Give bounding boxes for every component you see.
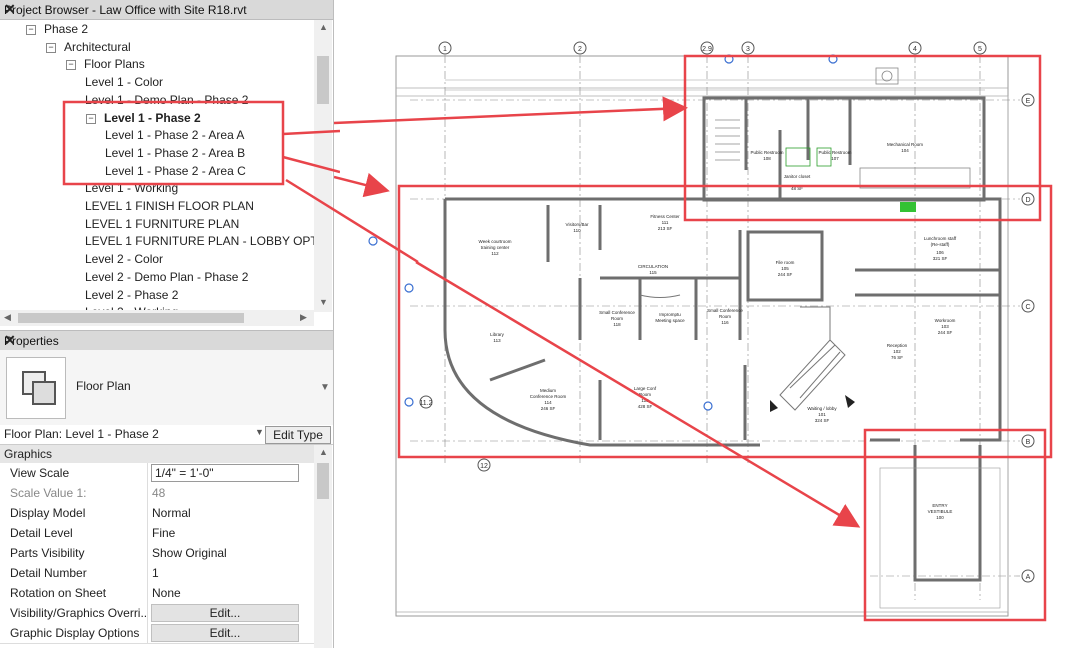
- svg-text:Library: Library: [490, 332, 505, 337]
- svg-text:111: 111: [662, 220, 669, 225]
- svg-text:Small Conference: Small Conference: [599, 310, 635, 315]
- svg-text:Conference Room: Conference Room: [530, 394, 567, 399]
- grid-label: 12: [480, 463, 488, 470]
- grid-label: 5: [978, 46, 982, 53]
- svg-text:Public Restroom: Public Restroom: [750, 150, 783, 155]
- svg-text:102: 102: [893, 349, 901, 354]
- drawing-canvas[interactable]: 1 2 2.9 3 4 5 E D C B A 11.2 12 Public R…: [333, 0, 1076, 648]
- svg-text:100: 100: [936, 515, 944, 520]
- grid-label: 3: [746, 46, 750, 53]
- svg-text:ENTRY: ENTRY: [932, 503, 947, 508]
- svg-text:Medium: Medium: [540, 388, 556, 393]
- grid-label: 4: [913, 46, 917, 53]
- grid-label: D: [1025, 197, 1030, 204]
- grid-label: 1: [443, 46, 447, 53]
- svg-text:246 SF: 246 SF: [541, 406, 556, 411]
- svg-text:Reception: Reception: [887, 343, 908, 348]
- tree-highlight-overlay: [62, 100, 340, 186]
- svg-text:Fitness Center: Fitness Center: [650, 214, 680, 219]
- svg-text:76 SF: 76 SF: [891, 355, 903, 360]
- svg-text:101: 101: [818, 412, 826, 417]
- area-a-callout: [683, 54, 1042, 222]
- svg-text:Visitors/Bar: Visitors/Bar: [566, 222, 589, 227]
- area-c-callout: [863, 428, 1047, 622]
- svg-text:Waiting / lobby: Waiting / lobby: [807, 406, 837, 411]
- svg-text:110: 110: [573, 228, 581, 233]
- svg-text:VESTIBULE: VESTIBULE: [928, 509, 953, 514]
- svg-text:116: 116: [721, 320, 729, 325]
- svg-text:Mechanical Room: Mechanical Room: [887, 142, 923, 147]
- svg-text:Impromptu: Impromptu: [659, 312, 681, 317]
- svg-text:106: 106: [936, 250, 944, 255]
- svg-text:Large Conf: Large Conf: [634, 386, 657, 391]
- callout-arrows: [333, 96, 688, 198]
- grid-label: C: [1025, 304, 1030, 311]
- svg-text:Small Conference: Small Conference: [707, 308, 743, 313]
- grid-label: E: [1026, 98, 1031, 105]
- svg-text:113: 113: [493, 338, 501, 343]
- svg-text:107: 107: [831, 156, 839, 161]
- grid-label: B: [1026, 439, 1031, 446]
- svg-text:File room: File room: [776, 260, 795, 265]
- svg-text:114: 114: [544, 400, 552, 405]
- svg-text:Room: Room: [719, 314, 731, 319]
- svg-text:Workroom: Workroom: [935, 318, 956, 323]
- svg-text:213 SF: 213 SF: [658, 226, 673, 231]
- svg-text:105: 105: [781, 266, 789, 271]
- svg-text:244 SF: 244 SF: [778, 272, 793, 277]
- svg-text:108: 108: [763, 156, 771, 161]
- svg-text:Week courtroom: Week courtroom: [479, 239, 512, 244]
- svg-text:321 SF: 321 SF: [933, 256, 948, 261]
- svg-text:CIRCULATION: CIRCULATION: [638, 264, 668, 269]
- svg-text:training center: training center: [481, 245, 510, 250]
- svg-text:428 SF: 428 SF: [638, 404, 653, 409]
- grid-label: A: [1026, 574, 1031, 581]
- svg-text:244 SF: 244 SF: [938, 330, 953, 335]
- svg-text:112: 112: [491, 251, 499, 256]
- area-a-walls: [702, 96, 986, 202]
- svg-text:Meeting space: Meeting space: [655, 318, 685, 323]
- svg-text:Room: Room: [611, 316, 623, 321]
- grid-lines: [410, 55, 1020, 600]
- svg-text:115: 115: [649, 270, 657, 275]
- svg-text:Janitor closet: Janitor closet: [784, 174, 811, 179]
- svg-text:(Re-staff): (Re-staff): [931, 242, 950, 247]
- floor-plan-drawing: 1 2 2.9 3 4 5 E D C B A 11.2 12 Public R…: [333, 41, 1053, 622]
- area-views-callout: [62, 100, 285, 186]
- svg-text:Public Restroom: Public Restroom: [818, 150, 851, 155]
- grid-label: 2.9: [702, 46, 712, 53]
- svg-text:Lunchroom staff: Lunchroom staff: [924, 236, 957, 241]
- svg-text:103: 103: [941, 324, 949, 329]
- grid-label: 11.2: [419, 400, 432, 407]
- svg-text:324 SF: 324 SF: [815, 418, 830, 423]
- grid-label: 2: [578, 46, 582, 53]
- svg-text:118: 118: [613, 322, 621, 327]
- svg-text:104: 104: [901, 148, 909, 153]
